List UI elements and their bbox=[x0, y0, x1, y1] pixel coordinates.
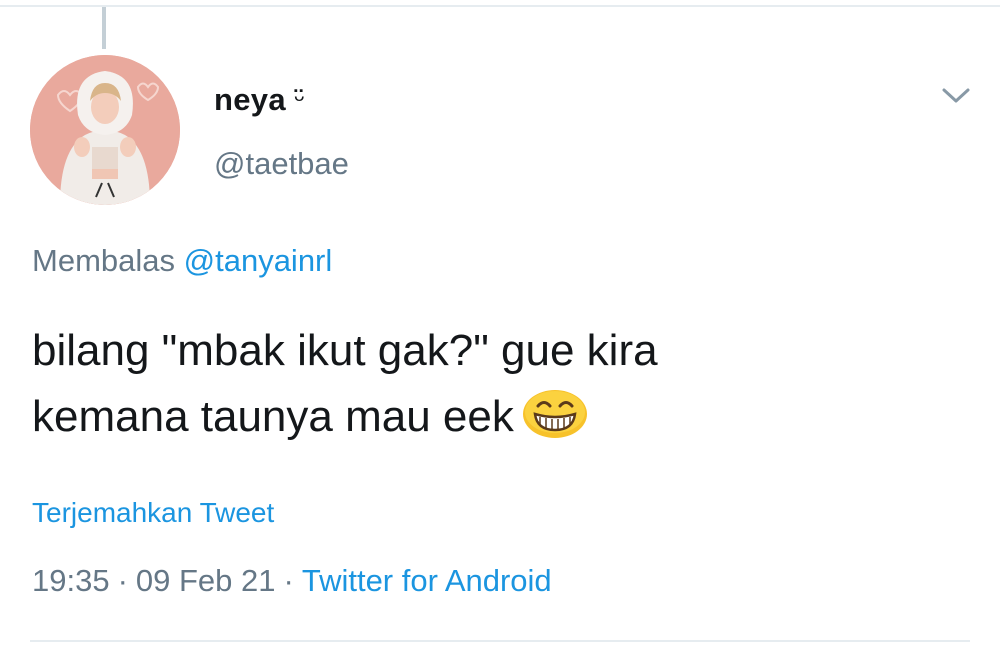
translate-tweet-link[interactable]: Terjemahkan Tweet bbox=[32, 497, 274, 529]
tweet-text-line-2: kemana taunya mau eek bbox=[32, 392, 514, 441]
reply-prefix: Membalas bbox=[32, 243, 175, 278]
avatar[interactable] bbox=[30, 55, 180, 205]
reply-mention-link[interactable]: @tanyainrl bbox=[184, 243, 333, 278]
avatar-image bbox=[30, 55, 180, 205]
tweet-text-line-2-wrap: kemana taunya mau eek bbox=[32, 384, 972, 450]
tweet-source-link[interactable]: Twitter for Android bbox=[302, 563, 552, 598]
user-handle[interactable]: @taetbae bbox=[214, 146, 349, 182]
meta-separator: · bbox=[117, 563, 128, 598]
grinning-face-emoji-icon bbox=[522, 390, 587, 438]
top-divider bbox=[0, 5, 1000, 7]
tweet-date[interactable]: 09 Feb 21 bbox=[136, 563, 276, 598]
meta-separator: · bbox=[283, 563, 294, 598]
smile-emoticon: ᵕ̈ bbox=[293, 83, 306, 117]
chevron-down-icon[interactable] bbox=[938, 82, 974, 110]
display-name[interactable]: neya bbox=[214, 82, 286, 118]
user-name-row[interactable]: neya ᵕ̈ bbox=[214, 78, 305, 122]
tweet-metadata: 19:35 · 09 Feb 21 · Twitter for Android bbox=[32, 563, 552, 599]
tweet-text-line-1: bilang "mbak ikut gak?" gue kira bbox=[32, 326, 658, 375]
thread-connector-line bbox=[102, 7, 106, 49]
tweet-card: neya ᵕ̈ @taetbae Membalas @tanyainrl bil… bbox=[0, 0, 1000, 665]
tweet-text: bilang "mbak ikut gak?" gue kira kemana … bbox=[32, 318, 972, 450]
reply-context: Membalas @tanyainrl bbox=[32, 243, 332, 279]
tweet-time[interactable]: 19:35 bbox=[32, 563, 110, 598]
bottom-divider bbox=[30, 640, 970, 642]
